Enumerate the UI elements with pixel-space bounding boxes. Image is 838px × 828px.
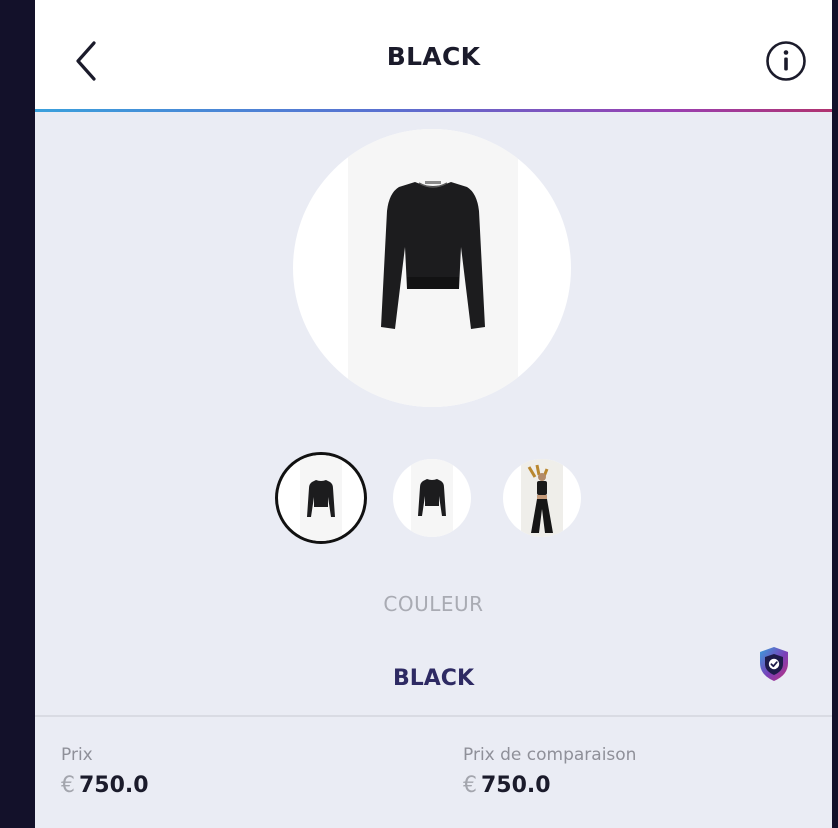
thumbnail-strip xyxy=(35,452,832,544)
compare-price-block: Prix de comparaison €750.0 xyxy=(463,745,636,798)
compare-price-currency: € xyxy=(463,773,477,798)
sweater-thumb-image xyxy=(307,480,335,517)
model-thumb-image xyxy=(527,464,553,533)
color-value: BLACK xyxy=(392,666,474,691)
price-currency: € xyxy=(61,773,75,798)
compare-price-label: Prix de comparaison xyxy=(463,745,637,765)
page-title: BLACK xyxy=(386,42,481,71)
info-button[interactable] xyxy=(765,40,807,82)
compare-price-value: €750.0 xyxy=(463,773,636,798)
thumbnail-2[interactable] xyxy=(393,459,471,537)
header-gradient-line xyxy=(35,109,832,112)
top-bar: BLACK xyxy=(35,0,832,109)
info-icon xyxy=(766,41,806,81)
product-variant-screen: BLACK COULEUR BLACK Prix € 750.0 Prix de… xyxy=(35,0,832,828)
color-label: COULEUR xyxy=(383,592,484,616)
price-value: €750.0 xyxy=(61,773,149,798)
shield-check-icon xyxy=(760,647,788,681)
thumbnail-1[interactable] xyxy=(275,452,367,544)
price-label: Prix xyxy=(61,745,93,765)
product-main-image xyxy=(293,129,571,407)
section-divider xyxy=(35,715,832,717)
price-block: Prix €750.0 xyxy=(61,745,149,798)
compare-price-amount: 750.0 xyxy=(481,773,551,798)
thumbnail-3[interactable] xyxy=(503,459,581,537)
price-amount: 750.0 xyxy=(79,773,149,798)
sweater-thumb-image xyxy=(418,479,446,516)
sweater-image xyxy=(381,181,485,329)
